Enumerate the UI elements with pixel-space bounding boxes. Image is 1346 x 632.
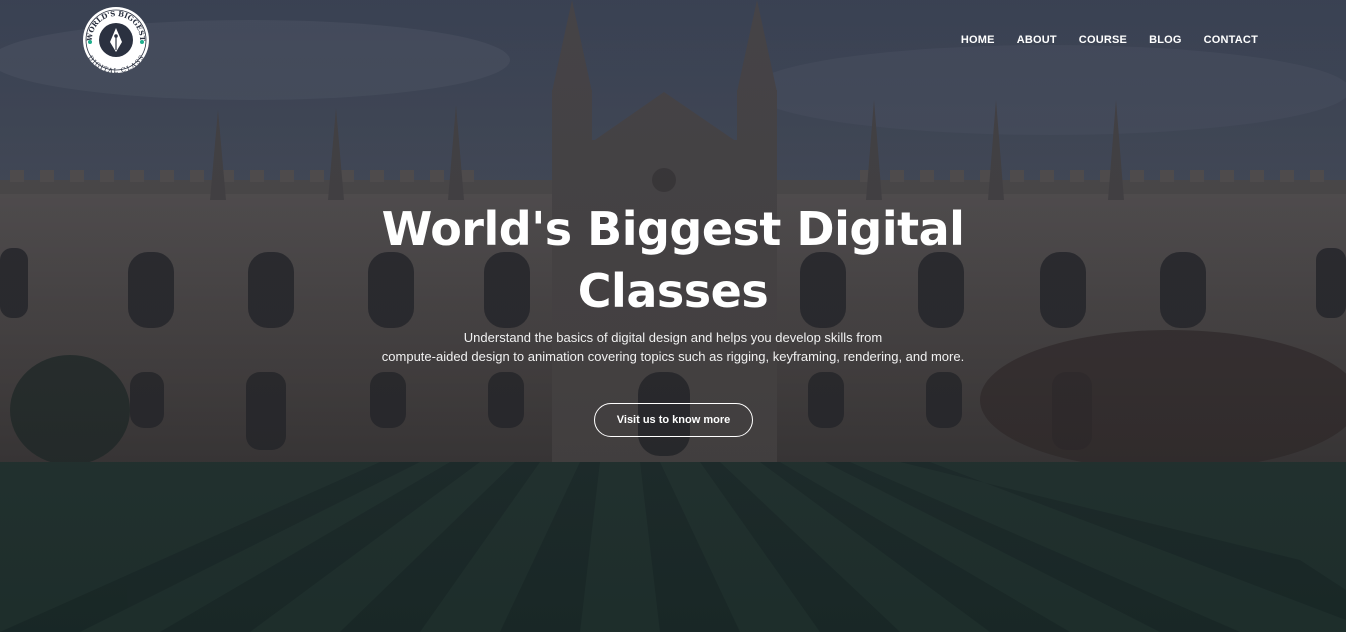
main-nav: HOME ABOUT COURSE BLOG CONTACT bbox=[961, 33, 1258, 47]
hero-title: World's Biggest Digital Classes bbox=[373, 198, 973, 322]
nav-home[interactable]: HOME bbox=[961, 33, 995, 47]
site-logo[interactable]: WORLD'S BIGGEST DIGITAL CLASS bbox=[82, 6, 150, 74]
nav-contact[interactable]: CONTACT bbox=[1204, 33, 1258, 47]
nav-blog[interactable]: BLOG bbox=[1149, 33, 1182, 47]
visit-us-button[interactable]: Visit us to know more bbox=[594, 403, 753, 437]
hero-subtitle-line-1: Understand the basics of digital design … bbox=[463, 330, 883, 345]
nav-about[interactable]: ABOUT bbox=[1017, 33, 1057, 47]
nav-course[interactable]: COURSE bbox=[1079, 33, 1127, 47]
hero-title-line-1: World's Biggest Digital bbox=[381, 202, 965, 256]
hero-title-line-2: Classes bbox=[577, 264, 769, 318]
hero-subtitle-line-2: compute-aided design to animation coveri… bbox=[381, 349, 965, 364]
logo-emblem: WORLD'S BIGGEST DIGITAL CLASS bbox=[83, 7, 149, 74]
hero-subtitle: Understand the basics of digital design … bbox=[323, 328, 1023, 366]
